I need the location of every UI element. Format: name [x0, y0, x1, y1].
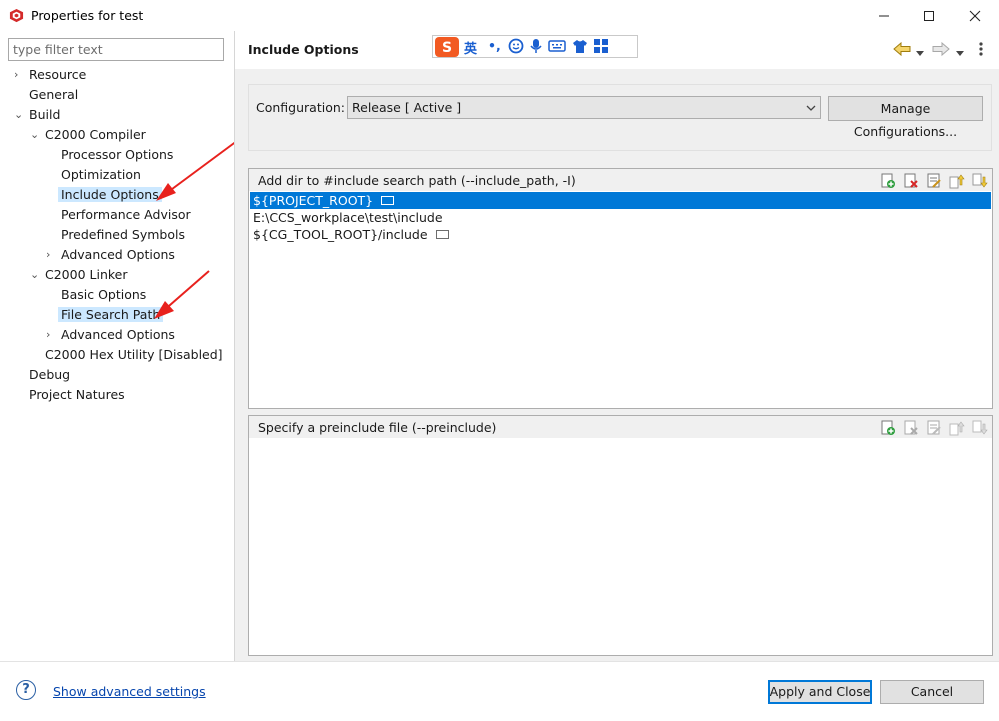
tree-label: C2000 Hex Utility [Disabled]	[45, 347, 223, 362]
edit-icon	[927, 420, 941, 435]
preinclude-panel: Specify a preinclude file (--preinclude)	[248, 415, 993, 656]
include-path-panel: Add dir to #include search path (--inclu…	[248, 168, 993, 409]
configuration-value: Release [ Active ]	[352, 100, 462, 115]
more-icon[interactable]	[381, 196, 395, 205]
close-icon	[969, 10, 981, 21]
help-icon[interactable]: ?	[16, 680, 36, 700]
tree-label: Advanced Options	[61, 327, 175, 342]
tree-label: Performance Advisor	[61, 207, 191, 222]
filter-input[interactable]	[8, 38, 224, 61]
tree-label-highlighted: File Search Path	[58, 307, 164, 322]
tree-item-basic-options[interactable]: Basic Options	[61, 286, 146, 304]
tree-item-predefined-symbols[interactable]: Predefined Symbols	[61, 226, 185, 244]
chevron-down-icon[interactable]: ⌄	[14, 106, 24, 124]
chevron-down-icon[interactable]: ⌄	[30, 266, 40, 284]
include-path-text: ${PROJECT_ROOT}	[253, 193, 374, 208]
skin-icon[interactable]	[572, 38, 588, 57]
panel-title: Specify a preinclude file (--preinclude)	[258, 420, 497, 435]
include-path-text: ${CG_TOOL_ROOT}/include	[253, 227, 428, 242]
minimize-button[interactable]	[861, 0, 907, 31]
delete-icon[interactable]	[903, 173, 919, 189]
panel-toolbar	[880, 420, 988, 436]
tree-label-selected: Include Options	[58, 187, 162, 202]
svg-text:S: S	[442, 40, 452, 56]
tree-label: Build	[29, 107, 61, 122]
show-advanced-settings-link[interactable]: Show advanced settings	[53, 684, 206, 699]
tree-item-project-natures[interactable]: Project Natures	[29, 386, 125, 404]
configuration-select[interactable]: Release [ Active ]	[347, 96, 821, 119]
window-title: Properties for test	[31, 8, 144, 23]
move-down-icon	[972, 420, 988, 435]
tree-label: Resource	[29, 67, 87, 82]
page-title: Include Options	[248, 42, 359, 57]
tree-item-performance-advisor[interactable]: Performance Advisor	[61, 206, 191, 224]
view-menu-icon[interactable]	[978, 41, 984, 60]
more-icon[interactable]	[435, 230, 449, 239]
tree-label: Advanced Options	[61, 247, 175, 262]
chevron-right-icon[interactable]: ›	[46, 326, 56, 344]
panel-title: Add dir to #include search path (--inclu…	[258, 173, 576, 188]
close-button[interactable]	[952, 0, 998, 31]
edit-icon[interactable]	[926, 173, 942, 189]
ime-mode-label[interactable]: 英	[464, 38, 477, 57]
chevron-right-icon[interactable]: ›	[46, 246, 56, 264]
include-path-row-selected[interactable]: ${PROJECT_ROOT}	[250, 192, 991, 209]
title-bar: Properties for test	[0, 0, 999, 31]
tree-item-general[interactable]: General	[29, 86, 78, 104]
emoji-icon[interactable]	[508, 38, 524, 57]
page-header: Include Options S 英 •,	[235, 31, 999, 69]
add-icon[interactable]	[880, 173, 896, 189]
annotation-arrow	[154, 270, 210, 319]
chevron-down-icon[interactable]: ⌄	[30, 126, 40, 144]
forward-arrow-icon[interactable]	[932, 41, 950, 60]
configuration-label: Configuration:	[256, 100, 345, 115]
include-path-row[interactable]: ${CG_TOOL_ROOT}/include	[250, 226, 991, 243]
forward-menu-icon[interactable]	[956, 45, 964, 60]
back-menu-icon[interactable]	[916, 45, 924, 60]
toolbox-icon[interactable]	[593, 38, 609, 57]
sogou-logo-icon[interactable]: S	[435, 37, 459, 60]
punctuation-icon[interactable]: •,	[488, 38, 501, 53]
delete-icon	[904, 420, 918, 435]
include-path-row[interactable]: E:\CCS_workplace\test\include	[250, 209, 991, 226]
move-down-icon[interactable]	[972, 173, 988, 189]
minimize-icon	[879, 15, 889, 16]
tree-label: Project Natures	[29, 387, 125, 402]
chevron-right-icon[interactable]: ›	[14, 66, 24, 84]
ime-toolbar: S 英 •,	[432, 35, 638, 58]
add-icon[interactable]	[880, 420, 896, 436]
microphone-icon[interactable]	[529, 38, 543, 57]
tree-label: C2000 Linker	[45, 267, 128, 282]
manage-configurations-button[interactable]: Manage Configurations...	[828, 96, 983, 139]
include-path-text: E:\CCS_workplace\test\include	[253, 210, 443, 225]
tree-item-file-search-path[interactable]: File Search Path	[58, 306, 164, 324]
tree-item-hex-utility[interactable]: C2000 Hex Utility [Disabled]	[45, 346, 223, 364]
panel-toolbar	[880, 173, 988, 189]
move-up-icon[interactable]	[949, 173, 965, 189]
keyboard-icon[interactable]	[548, 38, 566, 57]
move-up-icon	[949, 421, 965, 436]
tree-label: Debug	[29, 367, 71, 382]
maximize-button[interactable]	[906, 0, 952, 31]
tree-label: Predefined Symbols	[61, 227, 185, 242]
footer-separator	[0, 661, 999, 662]
maximize-icon	[924, 10, 934, 21]
ccs-app-icon	[9, 8, 24, 23]
tree-label: General	[29, 87, 79, 102]
tree-item-optimization[interactable]: Optimization	[61, 166, 141, 184]
tree-label: Basic Options	[61, 287, 147, 302]
back-arrow-icon[interactable]	[893, 41, 911, 60]
tree-label: C2000 Compiler	[45, 127, 146, 142]
tree-item-debug[interactable]: Debug	[29, 366, 70, 384]
tree-label: Optimization	[61, 167, 141, 182]
tree-item-include-options[interactable]: Include Options	[58, 186, 162, 204]
apply-and-close-button[interactable]: Apply and Close	[768, 680, 872, 704]
chevron-down-icon	[806, 101, 816, 118]
cancel-button[interactable]: Cancel	[880, 680, 984, 704]
panel-header: Add dir to #include search path (--inclu…	[249, 169, 992, 191]
panel-header: Specify a preinclude file (--preinclude)	[249, 416, 992, 438]
